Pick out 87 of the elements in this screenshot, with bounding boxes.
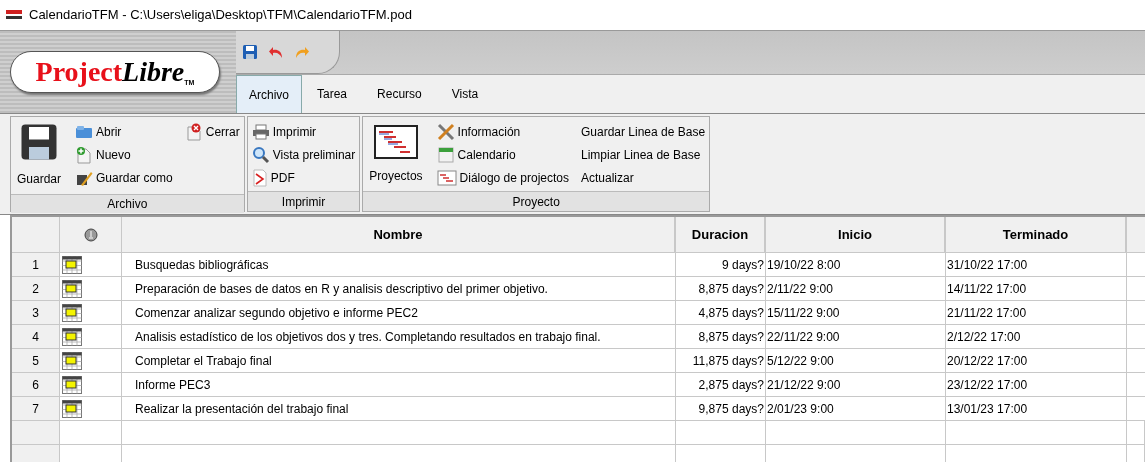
group-label: Proyecto [363, 191, 710, 211]
column-header[interactable]: Inicio [766, 217, 946, 253]
pdf-icon [251, 168, 268, 187]
column-header[interactable] [60, 217, 122, 253]
table-cell: 2,875 days? [676, 373, 766, 397]
table-cell: 21/11/22 17:00 [946, 301, 1127, 325]
table-cell: 31/10/22 17:00 [946, 253, 1127, 277]
calendar-icon [436, 145, 455, 164]
table-cell: 2/01/23 9:00 [766, 397, 946, 421]
ribbon-large-button[interactable]: Guardar [15, 122, 64, 194]
new-document-icon [75, 145, 94, 164]
ribbon-button[interactable]: Actualizar [581, 168, 706, 187]
tools-icon [436, 122, 455, 141]
column-header[interactable]: Nombre [122, 217, 676, 253]
empty-cell [12, 421, 60, 445]
table-cell: 15/11/22 9:00 [766, 301, 946, 325]
group-label: Archivo [11, 194, 244, 213]
ribbon-button[interactable]: Limpiar Linea de Base [581, 145, 706, 164]
table-cell: 5/12/22 9:00 [766, 349, 946, 373]
save-icon[interactable] [19, 122, 59, 162]
table-cell: Analisis estadístico de los objetivos dos y tres. Completando resultados en trabajo final. [122, 325, 676, 349]
ribbon-button[interactable]: Imprimir [251, 122, 356, 141]
row-number: 3 [12, 301, 60, 325]
task-icon [62, 303, 82, 322]
column-header[interactable]: Terminado [946, 217, 1127, 253]
task-icon [62, 375, 82, 394]
table-cell: 4,875 days? [676, 301, 766, 325]
group-label: Imprimir [247, 191, 360, 211]
empty-cell [1127, 421, 1145, 445]
window-title: CalendarioTFM - C:\Users\eliga\Desktop\TFM\CalendarioTFM.pod [29, 6, 412, 25]
row-number: 7 [12, 397, 60, 421]
row-number: 5 [12, 349, 60, 373]
column-header[interactable]: Duracion [676, 217, 766, 253]
row-number: 4 [12, 325, 60, 349]
table-cell: Realizar la presentación del trabajo final [122, 397, 676, 421]
ribbon-button[interactable]: Guardar como [75, 168, 173, 187]
save-icon[interactable] [242, 44, 258, 60]
ribbon-button[interactable]: Calendario [436, 145, 569, 164]
ribbon-large-button[interactable]: Proyectos [367, 122, 425, 191]
table-cell: 2/11/22 9:00 [766, 277, 946, 301]
ribbon-button[interactable]: Información [436, 122, 569, 141]
task-icon [62, 255, 82, 274]
table-cell: 23/12/22 17:00 [946, 373, 1127, 397]
table-cell: 9 days? [676, 253, 766, 277]
ribbon-tab[interactable]: Vista [436, 75, 494, 113]
app-icon [5, 9, 23, 21]
gantt-icon [436, 169, 457, 186]
table-cell: Preparación de bases de datos en R y analisis descriptivo del primer objetivo. [122, 277, 676, 301]
task-icon [62, 351, 82, 370]
table-cell: Informe PEC3 [122, 373, 676, 397]
table-cell: 9,875 days? [676, 397, 766, 421]
table-cell: 2/12/22 17:00 [946, 325, 1127, 349]
ribbon-button[interactable]: Diálogo de projectos [436, 168, 569, 187]
ribbon-tab[interactable]: Recurso [362, 75, 437, 113]
ribbon-button[interactable]: Vista preliminar [251, 145, 356, 164]
ribbon-button[interactable]: Nuevo [75, 145, 173, 164]
printer-icon [251, 123, 270, 140]
table-cell: 21/12/22 9:00 [766, 373, 946, 397]
table-cell: 8,875 days? [676, 277, 766, 301]
row-number: 1 [12, 253, 60, 277]
folder-icon [75, 123, 94, 140]
row-number: 6 [12, 373, 60, 397]
table-cell: 19/10/22 8:00 [766, 253, 946, 277]
ribbon-button[interactable]: Cerrar [184, 122, 240, 141]
ribbon-button[interactable]: Abrir [75, 122, 173, 141]
table-cell: 14/11/22 17:00 [946, 277, 1127, 301]
empty-cell [12, 445, 60, 462]
task-icon [62, 327, 82, 346]
table-cell: 13/01/23 17:00 [946, 397, 1127, 421]
gantt-icon [373, 125, 418, 159]
ribbon-button[interactable]: Guardar Linea de Base [581, 122, 706, 141]
magnifier-icon [251, 145, 270, 164]
table-cell: Completar el Trabajo final [122, 349, 676, 373]
indicator-icon [83, 227, 98, 242]
ribbon-button[interactable]: PDF [251, 168, 356, 187]
close-document-icon [184, 122, 203, 141]
table-cell: 8,875 days? [676, 325, 766, 349]
table-cell: 11,875 days? [676, 349, 766, 373]
table-cell: 22/11/22 9:00 [766, 325, 946, 349]
table-cell: 20/12/22 17:00 [946, 349, 1127, 373]
row-number: 2 [12, 277, 60, 301]
task-icon [62, 399, 82, 418]
ribbon-tab[interactable]: Tarea [302, 75, 363, 113]
task-icon [62, 279, 82, 298]
ribbon-tab[interactable]: Archivo [236, 75, 302, 113]
table-cell: Comenzar analizar segundo objetivo e informe PEC2 [122, 301, 676, 325]
table-cell: Busquedas bibliográficas [122, 253, 676, 277]
